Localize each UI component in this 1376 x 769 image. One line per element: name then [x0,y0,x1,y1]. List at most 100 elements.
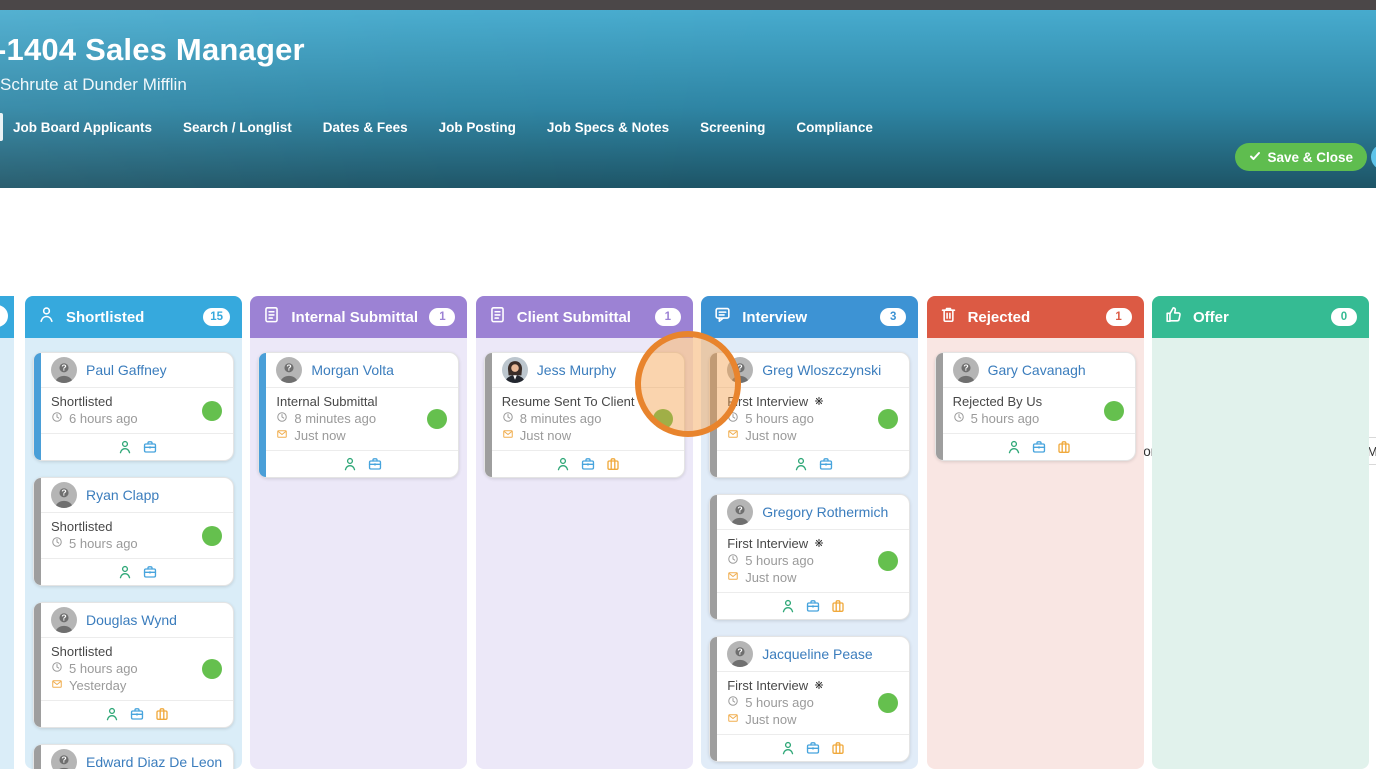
candidate-card[interactable]: ? Ryan Clapp Shortlisted 5 hours ago [33,477,234,586]
candidate-card[interactable]: ? Greg Wloszczynski First Interview 5 hours… [709,352,911,478]
candidate-name-link[interactable]: Paul Gaffney [86,362,167,378]
tab-dates-fees[interactable]: Dates & Fees [323,120,408,135]
tab-search-longlist[interactable]: Search / Longlist [183,120,292,135]
status-dot [652,409,673,429]
briefcase-icon[interactable] [818,456,834,472]
card-actions [41,433,233,460]
card-header: ? Edward Diaz De Leon [41,745,233,769]
card-header: Jess Murphy [491,353,684,388]
document-icon [488,305,507,329]
person-icon[interactable] [342,456,358,472]
clock-icon [51,410,63,427]
candidate-card[interactable]: ? Morgan Volta Internal Submittal 8 minutes… [258,352,460,478]
briefcase-icon[interactable] [1031,439,1047,455]
card-header: ? Greg Wloszczynski [717,353,910,388]
timestamp-text: Yesterday [69,678,127,693]
column-body: ? Gary Cavanagh Rejected By Us 5 hours ago [926,338,1144,769]
candidate-card[interactable]: ? Jacqueline Pease First Interview 5 hours … [709,636,911,762]
candidate-name-link[interactable]: Morgan Volta [311,362,394,378]
card-status: First Interview [727,393,899,410]
column-label: Rejected [967,308,1031,326]
briefcase-icon[interactable] [367,456,383,472]
card-timestamp: 5 hours ago [727,694,899,711]
card-status: Shortlisted [51,518,223,535]
avatar: ? [727,641,754,667]
column-body [1152,338,1369,769]
person-icon[interactable] [117,439,133,455]
briefcase-icon[interactable] [805,598,821,614]
briefcase-icon[interactable] [805,740,821,756]
bag-icon[interactable] [154,706,170,722]
card-accent-bar [34,353,41,460]
tab-job-board-applicants[interactable]: Job Board Applicants [13,120,152,135]
timestamp-text: 8 minutes ago [294,411,377,426]
person-icon [37,305,56,329]
card-timestamp: Just now [727,569,899,586]
svg-text:?: ? [738,363,743,373]
candidate-card[interactable]: ? Gregory Rothermich First Interview 5 hour… [709,494,911,620]
candidate-card[interactable]: ?Edward Diaz De LeonShortlisted [33,744,234,769]
status-text: First Interview [727,536,809,551]
tab-job-posting[interactable]: Job Posting [439,120,516,135]
candidate-card[interactable]: ? Paul Gaffney Shortlisted 6 hours ago [33,352,234,461]
column-body: ? Paul Gaffney Shortlisted 6 hours ago ? Ryan… [25,338,242,769]
card-timestamp: 6 hours ago [51,410,223,427]
person-icon[interactable] [793,456,809,472]
candidate-name-link[interactable]: Ryan Clapp [86,487,159,503]
card-body: Internal Submittal 8 minutes ago Just now [266,388,458,450]
person-icon[interactable] [780,598,796,614]
briefcase-icon[interactable] [142,564,158,580]
bag-icon[interactable] [830,740,846,756]
column-internal-submittal: Internal Submittal 1? Morgan Volta Internal… [250,296,468,769]
bag-icon[interactable] [830,598,846,614]
tab-job-specs-notes[interactable]: Job Specs & Notes [547,120,669,135]
card-actions [41,558,233,585]
status-text: Resume Sent To Client [501,394,635,409]
person-icon[interactable] [780,740,796,756]
gear-icon[interactable] [814,393,824,410]
partial-round-button[interactable] [1371,144,1376,170]
bag-icon[interactable] [605,456,621,472]
briefcase-icon[interactable] [142,439,158,455]
card-actions [717,592,910,619]
status-text: First Interview [727,678,809,693]
column-label: Offer [1193,308,1229,326]
person-icon[interactable] [1006,439,1022,455]
briefcase-icon[interactable] [580,456,596,472]
candidate-name-link[interactable]: Gregory Rothermich [762,504,888,520]
card-body: First Interview 5 hours ago Just now [717,672,909,734]
person-icon[interactable] [104,706,120,722]
tab-compliance[interactable]: Compliance [796,120,873,135]
card-timestamp: Yesterday [51,677,223,694]
briefcase-icon[interactable] [129,706,145,722]
candidate-card[interactable]: ? Gary Cavanagh Rejected By Us 5 hours ago [934,352,1136,461]
gear-icon[interactable] [814,677,824,694]
save-close-button[interactable]: Save & Close [1235,143,1367,171]
candidate-name-link[interactable]: Gary Cavanagh [988,362,1086,378]
card-body: First Interview 5 hours ago Just now [717,530,909,592]
tab-screening[interactable]: Screening [700,120,765,135]
person-icon[interactable] [555,456,571,472]
candidate-name-link[interactable]: Jacqueline Pease [762,646,873,662]
status-text: Shortlisted [51,394,113,409]
candidate-name-link[interactable]: Greg Wloszczynski [762,362,881,378]
candidate-name-link[interactable]: Edward Diaz De Leon [86,754,222,769]
person-icon[interactable] [117,564,133,580]
gear-icon[interactable] [814,535,824,552]
card-accent-bar [259,353,267,477]
card-actions [266,450,459,477]
candidate-card[interactable]: ? Douglas Wynd Shortlisted 5 hours ago Yeste… [33,602,234,728]
card-header: ? Gary Cavanagh [942,353,1135,388]
card-status: Internal Submittal [276,393,448,410]
bag-icon[interactable] [1056,439,1072,455]
card-body: Shortlisted 6 hours ago [41,388,233,433]
mail-icon [727,427,739,444]
candidate-card[interactable]: Jess Murphy Resume Sent To Client 8 minute… [483,352,685,478]
candidate-name-link[interactable]: Jess Murphy [537,362,616,378]
column-header: Interview 3 [701,296,919,338]
svg-text:?: ? [61,613,66,623]
card-header: ? Ryan Clapp [41,478,233,513]
candidate-name-link[interactable]: Douglas Wynd [86,612,177,628]
timestamp-text: 6 hours ago [69,411,138,426]
column-body: ? Greg Wloszczynski First Interview 5 hours… [701,338,919,769]
